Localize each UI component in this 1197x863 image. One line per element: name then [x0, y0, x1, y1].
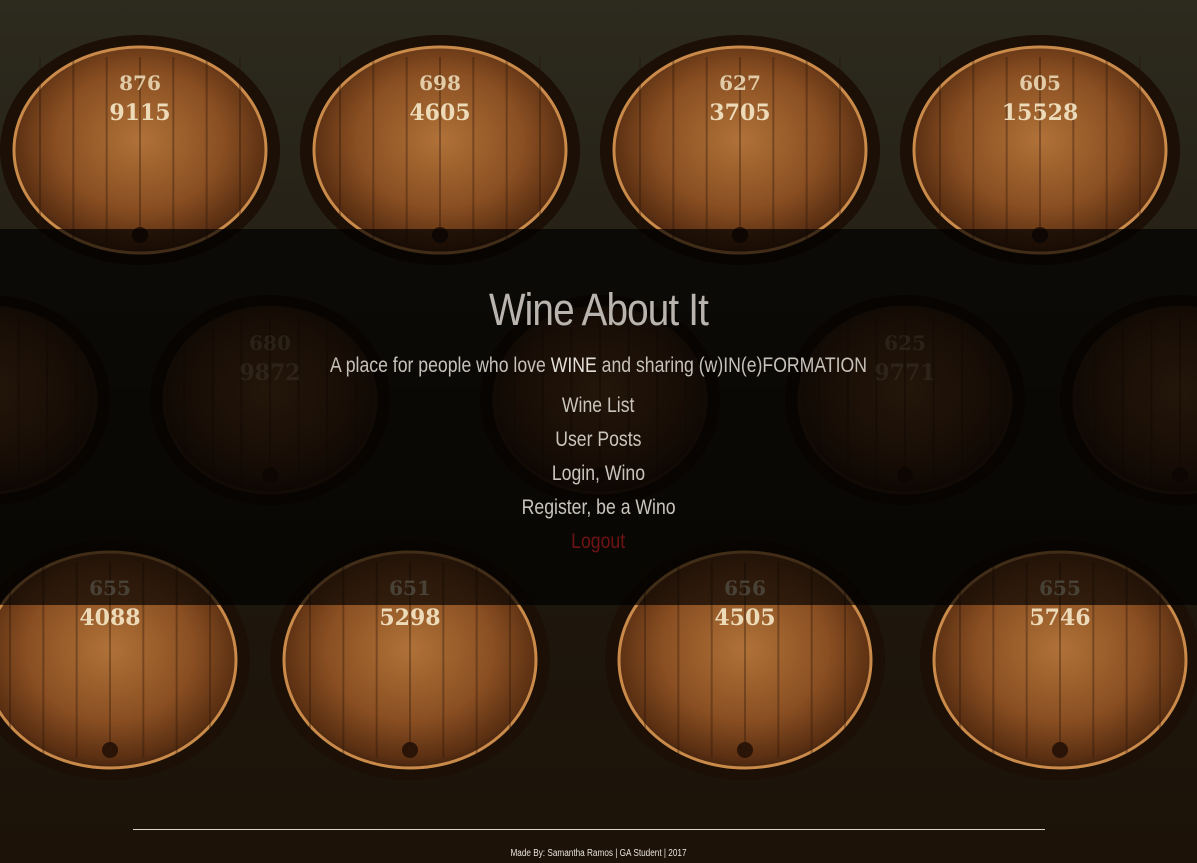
- user-posts-link[interactable]: User Posts: [555, 426, 641, 454]
- register-link[interactable]: Register, be a Wino: [522, 494, 676, 522]
- wine-list-link[interactable]: Wine List: [562, 392, 635, 420]
- barrel-top-number: 627: [719, 71, 761, 95]
- nav-item-user-posts: User Posts: [0, 426, 1197, 460]
- barrel-number: 4605: [409, 100, 470, 126]
- tagline-emphasis-wine: WINE: [550, 354, 597, 377]
- footer-divider: [133, 829, 1045, 830]
- login-link[interactable]: Login, Wino: [552, 460, 645, 488]
- barrel-number: 4505: [714, 605, 775, 631]
- barrel-number: 5298: [379, 605, 440, 631]
- barrel-top-number: 876: [119, 71, 161, 95]
- page: 8769115698460562737056051552868098726259…: [0, 0, 1197, 863]
- barrel-number: 4088: [79, 605, 140, 631]
- barrel-top-number: 698: [419, 71, 461, 95]
- barrel-top-number: 605: [1019, 71, 1061, 95]
- nav-item-register: Register, be a Wino: [0, 494, 1197, 528]
- barrel-number: 5746: [1029, 605, 1090, 631]
- barrel-number: 9115: [109, 100, 170, 126]
- footer-credit: Made By: Samantha Ramos | GA Student | 2…: [510, 848, 687, 859]
- hero-section: Wine About It A place for people who lov…: [0, 229, 1197, 605]
- site-title: Wine About It: [488, 284, 709, 335]
- barrel-number: 15528: [1002, 100, 1079, 126]
- tagline-prefix: A place for people who love: [330, 354, 551, 377]
- barrel-number: 3705: [709, 100, 770, 126]
- nav-item-login: Login, Wino: [0, 460, 1197, 494]
- main-nav: Wine List User Posts Login, Wino Registe…: [0, 392, 1197, 562]
- logout-link[interactable]: Logout: [572, 528, 626, 556]
- site-tagline: A place for people who love WINE and sha…: [96, 354, 1101, 378]
- tagline-suffix: and sharing (w)IN(e)FORMATION: [596, 354, 867, 377]
- nav-item-logout: Logout: [0, 528, 1197, 562]
- nav-item-wine-list: Wine List: [0, 392, 1197, 426]
